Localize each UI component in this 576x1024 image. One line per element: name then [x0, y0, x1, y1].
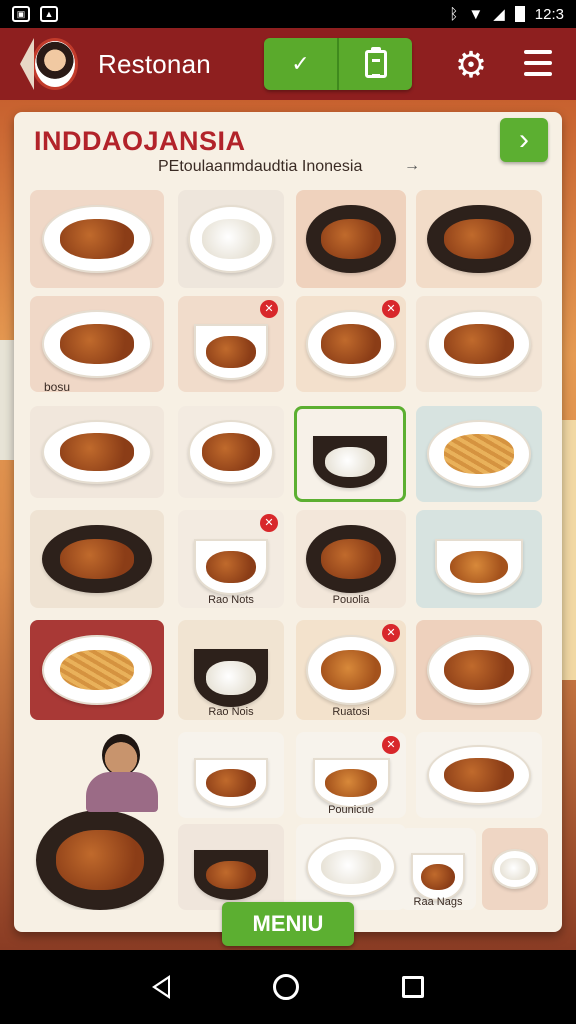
menu-icon[interactable]: [524, 50, 552, 76]
check-button[interactable]: ✓: [264, 38, 337, 90]
dish-tile[interactable]: [30, 510, 164, 608]
pin-icon: ✕: [260, 300, 278, 318]
chef-figure: [86, 734, 162, 812]
dish-label: Raa Nags: [413, 896, 463, 908]
check-icon: ✓: [291, 51, 310, 76]
dish-tile[interactable]: [178, 732, 284, 818]
gallery-icon: ▲: [40, 6, 58, 22]
dish-tile[interactable]: ✕ Rao Nots: [178, 510, 284, 608]
gear-icon[interactable]: ⚙: [454, 47, 488, 83]
dish-tile[interactable]: ✕ Ruatosi: [296, 620, 406, 720]
chevron-right-icon: ›: [519, 123, 529, 156]
status-bar: ▣ ▲ ᛒ ▼ ◢ 12:3: [0, 0, 576, 28]
next-button[interactable]: ›: [500, 118, 548, 162]
app-title: Restonan: [98, 48, 211, 79]
dish-tile[interactable]: [30, 190, 164, 288]
dish-tile[interactable]: [416, 620, 542, 720]
dish-tile[interactable]: [30, 620, 164, 720]
subtitle-arrow-icon: →: [404, 157, 420, 174]
dish-tile[interactable]: [178, 190, 284, 288]
dish-label: Rao Nots: [208, 594, 254, 606]
dish-tile[interactable]: [416, 296, 542, 392]
dish-tile[interactable]: ✕ Pounicue: [296, 732, 406, 818]
dish-tile[interactable]: [296, 824, 406, 910]
pin-icon: ✕: [382, 736, 400, 754]
card-subtitle: PEtoulaaпmdaudtia Inonesia: [158, 158, 363, 175]
battery-icon: [514, 6, 525, 22]
image-icon: ▣: [12, 6, 30, 22]
dish-tile[interactable]: [416, 190, 542, 288]
signal-icon: ◢: [493, 6, 505, 23]
dish-label: Pouolia: [332, 594, 370, 606]
dish-label: Rao Nois: [208, 706, 254, 718]
home-icon[interactable]: [272, 974, 299, 1000]
dish-tile[interactable]: [30, 406, 164, 498]
action-segment: ✓: [264, 38, 412, 90]
pin-icon: ✕: [382, 300, 400, 318]
menu-card: INDDAOJANSIA PEtoulaaпmdaudtia Inonesia …: [14, 112, 562, 946]
clipboard-button[interactable]: [337, 38, 412, 90]
menu-button[interactable]: MENIU: [222, 902, 354, 946]
back-icon[interactable]: [151, 975, 170, 999]
navigation-bar: [0, 950, 576, 1024]
dish-tile[interactable]: ✕: [296, 296, 406, 392]
clipboard-icon: [364, 47, 387, 78]
app-bar: Restonan ✓ ⚙: [0, 28, 576, 100]
dish-label: Pounicue: [328, 804, 374, 816]
dish-tile[interactable]: [30, 296, 164, 392]
dish-tile[interactable]: Pouolia: [296, 510, 406, 608]
recents-icon[interactable]: [402, 976, 425, 998]
status-time: 12:3: [534, 5, 564, 23]
dish-tile[interactable]: [482, 828, 548, 910]
dish-tile[interactable]: ✕: [178, 296, 284, 392]
pin-icon: ✕: [260, 514, 278, 532]
dish-label: Ruatosi: [332, 706, 370, 718]
dish-tile-selected[interactable]: [294, 406, 406, 502]
dish-tile[interactable]: Rao Nois: [178, 620, 284, 720]
pin-icon: ✕: [382, 624, 400, 642]
card-title: INDDAOJANSIA: [34, 126, 246, 156]
bluetooth-icon: ᛒ: [449, 5, 459, 23]
dish-tile[interactable]: [416, 510, 542, 608]
dish-tile[interactable]: [178, 824, 284, 910]
dish-tile[interactable]: [416, 732, 542, 818]
wifi-icon: ▼: [468, 5, 484, 23]
dish-tile[interactable]: Raa Nags: [400, 828, 476, 910]
dish-label: bosu: [44, 380, 71, 394]
back-arrow-icon: [20, 38, 34, 90]
dish-tile[interactable]: [296, 190, 406, 288]
back-avatar-button[interactable]: [18, 34, 78, 94]
dish-tile[interactable]: [416, 406, 542, 502]
dish-tile[interactable]: [178, 406, 284, 498]
avatar: [32, 38, 78, 90]
